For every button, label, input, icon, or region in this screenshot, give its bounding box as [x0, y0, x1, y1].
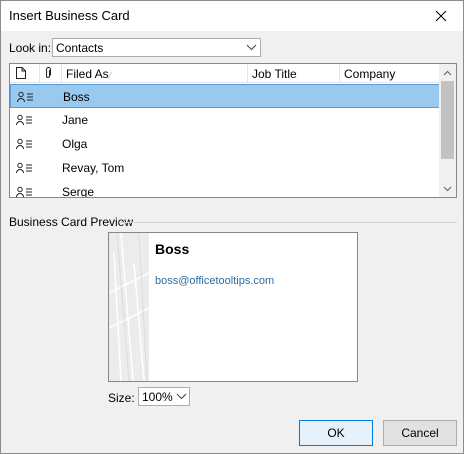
- cancel-button[interactable]: Cancel: [383, 420, 457, 446]
- company-label: Company: [344, 67, 396, 81]
- look-in-value: Contacts: [56, 41, 104, 55]
- column-header-job-title[interactable]: Job Title: [248, 64, 340, 83]
- section-divider: [119, 222, 457, 223]
- card-decoration: [109, 233, 149, 381]
- scroll-up-button[interactable]: [439, 64, 456, 81]
- card-contact-name: Boss: [155, 241, 190, 257]
- list-row[interactable]: Revay, Tom: [10, 156, 440, 180]
- card-email: boss@officetooltips.com: [155, 275, 275, 287]
- column-header-company[interactable]: Company: [340, 64, 440, 83]
- chevron-up-icon: [443, 70, 452, 75]
- insert-business-card-dialog: Insert Business Card Look in: Contacts F…: [0, 0, 464, 454]
- contact-card-icon: [16, 138, 32, 150]
- look-in-label: Look in:: [9, 41, 52, 55]
- scroll-thumb[interactable]: [441, 81, 454, 159]
- column-header-attachment[interactable]: [40, 64, 62, 83]
- row-filed-as: Jane: [62, 113, 89, 127]
- row-filed-as: Boss: [63, 90, 90, 104]
- window-title: Insert Business Card: [9, 8, 130, 23]
- chevron-down-icon: [176, 393, 187, 400]
- scroll-down-button[interactable]: [439, 180, 456, 197]
- contact-card-icon: [16, 114, 32, 126]
- preview-section-label: Business Card Preview: [9, 215, 134, 229]
- chevron-down-icon: [246, 44, 257, 51]
- document-icon: [16, 67, 26, 79]
- list-row[interactable]: Boss: [10, 84, 440, 108]
- size-value: 100%: [142, 390, 173, 404]
- contact-card-icon: [16, 186, 32, 197]
- column-header-icon[interactable]: [10, 64, 40, 83]
- close-icon: [435, 10, 447, 22]
- list-rows: Boss Jane Olga Revay, Tom Serge: [10, 84, 440, 197]
- size-dropdown[interactable]: 100%: [138, 387, 190, 406]
- chevron-down-icon: [443, 186, 452, 191]
- contact-card-icon: [17, 91, 33, 103]
- close-button[interactable]: [419, 1, 463, 31]
- list-row[interactable]: Olga: [10, 132, 440, 156]
- column-header-filed-as[interactable]: Filed As⁄: [62, 64, 248, 83]
- row-filed-as: Serge: [62, 185, 95, 197]
- paperclip-icon: [46, 67, 51, 78]
- row-filed-as: Revay, Tom: [62, 161, 125, 175]
- contacts-list[interactable]: Filed As⁄ Job Title Company Boss Jane Ol…: [9, 63, 457, 198]
- title-bar: Insert Business Card: [1, 1, 463, 31]
- contact-card-icon: [16, 162, 32, 174]
- list-scrollbar[interactable]: [439, 64, 456, 197]
- filed-as-label: Filed As: [66, 67, 109, 81]
- row-filed-as: Olga: [62, 137, 88, 151]
- job-title-label: Job Title: [252, 67, 297, 81]
- business-card-preview: Boss boss@officetooltips.com: [108, 232, 358, 382]
- list-row[interactable]: Serge: [10, 180, 440, 197]
- look-in-dropdown[interactable]: Contacts: [52, 38, 261, 57]
- sort-indicator-icon: ⁄: [109, 70, 112, 80]
- list-row[interactable]: Jane: [10, 108, 440, 132]
- list-header: Filed As⁄ Job Title Company: [10, 64, 440, 83]
- ok-button[interactable]: OK: [299, 420, 373, 446]
- size-label: Size:: [108, 391, 135, 405]
